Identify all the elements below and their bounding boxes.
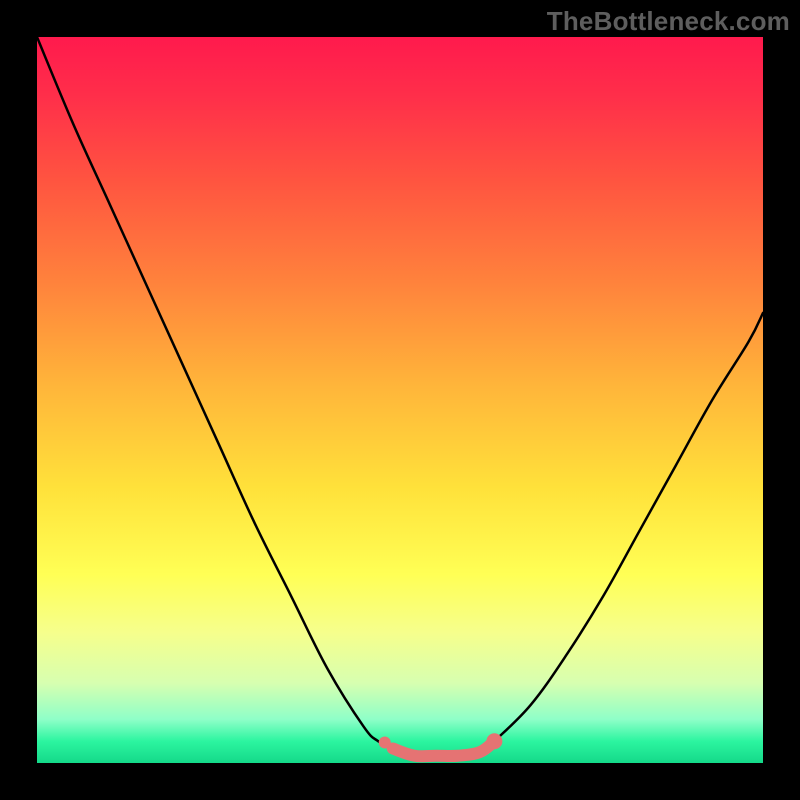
chart-plot-area bbox=[37, 37, 763, 763]
bottleneck-curve bbox=[37, 37, 763, 763]
chart-frame: TheBottleneck.com bbox=[0, 0, 800, 800]
v-curve bbox=[37, 37, 763, 756]
trough-start-dot bbox=[379, 736, 391, 748]
trough-end-dot bbox=[486, 733, 502, 749]
trough-band bbox=[393, 741, 495, 756]
watermark-label: TheBottleneck.com bbox=[547, 6, 790, 37]
